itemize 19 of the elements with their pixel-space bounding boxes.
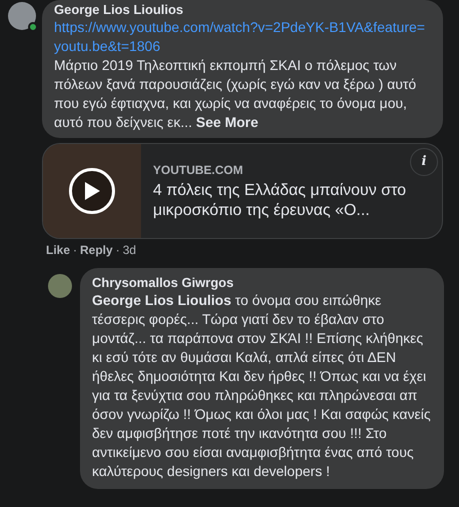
video-link[interactable]: https://www.youtube.com/watch?v=2PdeYK-B1VA&feature=youtu.be&t=1806 xyxy=(54,18,431,56)
avatar[interactable] xyxy=(48,274,72,298)
comment-text: https://www.youtube.com/watch?v=2PdeYK-B1VA&feature=youtu.be&t=1806 Μάρτιο 2019 Τηλεοπτική εκπομπή ΣΚΑΙ ο πόλεμος των πόλεων ξανά παρουσιάζεις (χωρίς εγώ καν να ξέρω ) αυτό που εγώ έφτιαχνα, και χωρίς να αναφέρεις το όνομα μου, αυτό που δείχνεις εκ... See More xyxy=(54,18,431,132)
video-thumbnail[interactable] xyxy=(43,144,141,238)
author-name[interactable]: Chrysomallos Giwrgos xyxy=(92,275,432,291)
separator-dot: · xyxy=(73,242,78,258)
separator-dot: · xyxy=(116,242,120,258)
timestamp[interactable]: 3d xyxy=(122,242,136,258)
info-button[interactable]: i xyxy=(410,148,438,176)
play-icon xyxy=(69,168,115,214)
author-name[interactable]: George Lios Lioulios xyxy=(54,2,431,18)
action-link[interactable]: Like xyxy=(46,242,70,258)
link-domain: YOUTUBE.COM xyxy=(153,162,244,178)
see-more-link[interactable]: See More xyxy=(196,114,258,130)
link-preview-card[interactable]: YOUTUBE.COM 4 πόλεις της Ελλάδας μπαίνουν στο μικροσκόπιο της έρευνας «Ο... i xyxy=(42,143,443,239)
link-title: 4 πόλεις της Ελλάδας μπαίνουν στο μικροσκόπιο της έρευνας «Ο... xyxy=(153,180,407,220)
reply-text: George Lios Lioulios το όνομα σου ειπώθηκε τέσσερις φορές... Τώρα γιατί δεν το έβαλαν στο μοντάζ... τα παράπονα στον ΣΚΆΙ !! Επίσης κλήθηκες κι εσύ τότε αν θυμάσαι Καλά, απλά είπες ότι ΔΕΝ ήθελες δημοσιότητα Και δεν ήρθες !! Όπως και να έχει για τα ξενύχτια σου πληρώθηκες και πληρώνεσαι απ όσον γνωρίζω !! Όμως και όλοι μας ! Και σαφώς κανείς δεν αμφισβήτησε ποτέ την ικανότητα σου !!! Στο αντικείμενο σου είσαι αναμφισβήτητα ένας από τους καλύτερους designers και developers ! xyxy=(92,291,432,481)
avatar[interactable] xyxy=(8,2,36,30)
action-link[interactable]: Reply xyxy=(80,242,113,258)
